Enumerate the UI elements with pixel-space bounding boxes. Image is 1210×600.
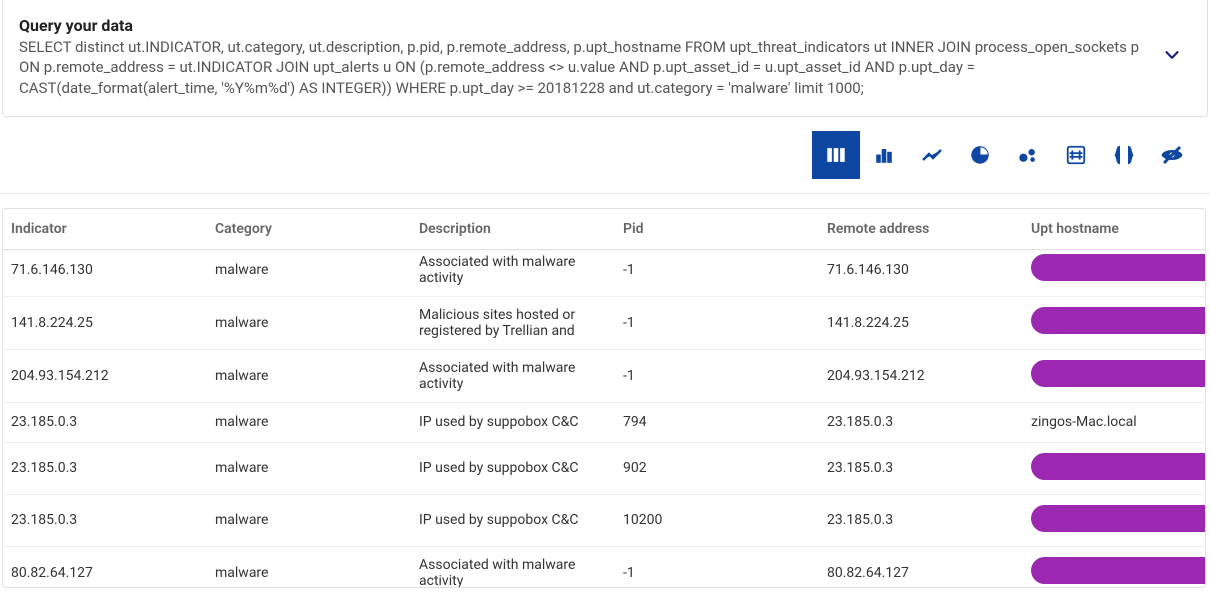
cell-host: [1031, 547, 1205, 587]
expand-chevron-icon[interactable]: [1155, 38, 1189, 76]
cell-indicator: 141.8.224.25: [11, 305, 215, 341]
cell-description: Associated with malware activity: [419, 350, 623, 402]
cell-remote: 23.185.0.3: [827, 502, 1031, 538]
cell-pid: -1: [623, 358, 827, 394]
cell-host: [1031, 350, 1205, 401]
chart-type-toolbar: [0, 117, 1210, 194]
cell-remote: 71.6.146.130: [827, 252, 1031, 288]
table-row[interactable]: 23.185.0.3malwareIP used by suppobox C&C…: [3, 403, 1205, 443]
table-row[interactable]: 23.185.0.3malwareIP used by suppobox C&C…: [3, 443, 1205, 495]
cell-pid: -1: [623, 555, 827, 587]
cell-indicator: 71.6.146.130: [11, 252, 215, 288]
cell-category: malware: [215, 305, 419, 341]
redacted-pill: [1031, 360, 1205, 387]
col-host[interactable]: Upt hostname: [1031, 209, 1206, 249]
cell-pid: 10200: [623, 502, 827, 538]
cell-indicator: 23.185.0.3: [11, 502, 215, 538]
bar-chart-button[interactable]: [860, 131, 908, 179]
cell-category: malware: [215, 358, 419, 394]
cell-pid: 794: [623, 404, 827, 440]
cell-host: [1031, 297, 1205, 348]
redacted-pill: [1031, 453, 1205, 480]
redacted-pill: [1031, 557, 1205, 584]
cell-remote: 23.185.0.3: [827, 404, 1031, 440]
table-body[interactable]: 71.6.146.130malwareAssociated with malwa…: [3, 250, 1205, 587]
redacted-pill: [1031, 254, 1205, 281]
table-row[interactable]: 141.8.224.25malwareMalicious sites hoste…: [3, 297, 1205, 350]
cell-pid: -1: [623, 305, 827, 341]
cell-category: malware: [215, 555, 419, 587]
bubble-chart-button[interactable]: [1004, 131, 1052, 179]
redacted-pill: [1031, 505, 1205, 532]
cell-remote: 23.185.0.3: [827, 450, 1031, 486]
cell-host: [1031, 250, 1205, 296]
table-view-button[interactable]: [812, 131, 860, 179]
pie-chart-button[interactable]: [956, 131, 1004, 179]
table-row[interactable]: 71.6.146.130malwareAssociated with malwa…: [3, 250, 1205, 297]
table-row[interactable]: 80.82.64.127malwareAssociated with malwa…: [3, 547, 1205, 587]
json-view-button[interactable]: [1100, 131, 1148, 179]
cell-category: malware: [215, 404, 419, 440]
query-panel: Query your data SELECT distinct ut.INDIC…: [2, 0, 1208, 117]
col-description[interactable]: Description: [419, 209, 623, 249]
cell-indicator: 23.185.0.3: [11, 404, 215, 440]
cell-description: Associated with malware activity: [419, 547, 623, 587]
cell-description: Associated with malware activity: [419, 250, 623, 296]
line-chart-button[interactable]: [908, 131, 956, 179]
cell-category: malware: [215, 502, 419, 538]
redacted-pill: [1031, 307, 1205, 334]
cell-remote: 204.93.154.212: [827, 358, 1031, 394]
results-table: Indicator Category Description Pid Remot…: [2, 208, 1206, 588]
cell-description: IP used by suppobox C&C: [419, 450, 623, 486]
col-pid[interactable]: Pid: [623, 209, 827, 249]
number-view-button[interactable]: [1052, 131, 1100, 179]
table-header: Indicator Category Description Pid Remot…: [3, 209, 1205, 250]
cell-indicator: 204.93.154.212: [11, 358, 215, 394]
table-row[interactable]: 23.185.0.3malwareIP used by suppobox C&C…: [3, 495, 1205, 547]
col-remote[interactable]: Remote address: [827, 209, 1031, 249]
query-sql: SELECT distinct ut.INDICATOR, ut.categor…: [19, 37, 1143, 98]
cell-host: [1031, 443, 1205, 494]
cell-remote: 80.82.64.127: [827, 555, 1031, 587]
cell-indicator: 23.185.0.3: [11, 450, 215, 486]
cell-pid: 902: [623, 450, 827, 486]
query-text: Query your data SELECT distinct ut.INDIC…: [19, 16, 1143, 98]
col-indicator[interactable]: Indicator: [11, 209, 215, 249]
cell-indicator: 80.82.64.127: [11, 555, 215, 587]
cell-host: [1031, 495, 1205, 546]
hide-view-button[interactable]: [1148, 131, 1196, 179]
col-category[interactable]: Category: [215, 209, 419, 249]
query-title: Query your data: [19, 16, 1143, 35]
cell-category: malware: [215, 252, 419, 288]
cell-description: IP used by suppobox C&C: [419, 502, 623, 538]
cell-remote: 141.8.224.25: [827, 305, 1031, 341]
cell-host: zingos-Mac.local: [1031, 404, 1205, 440]
table-row[interactable]: 204.93.154.212malwareAssociated with mal…: [3, 350, 1205, 403]
cell-category: malware: [215, 450, 419, 486]
cell-description: IP used by suppobox C&C: [419, 404, 623, 440]
cell-description: Malicious sites hosted or registered by …: [419, 297, 623, 349]
cell-pid: -1: [623, 252, 827, 288]
